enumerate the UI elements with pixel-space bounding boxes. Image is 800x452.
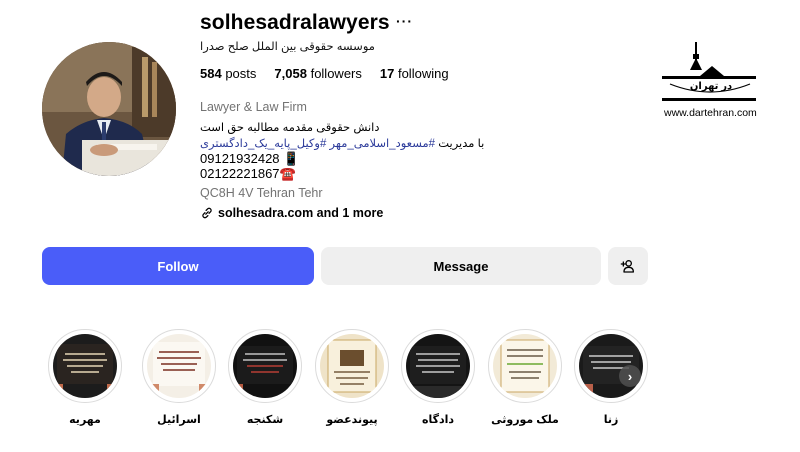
profile-links[interactable]: solhesadra.com and 1 more (200, 206, 383, 220)
mobile-phone-icon: 📱 (283, 151, 300, 166)
hashtag-link[interactable]: #مسعود_اسلامی_مهر (330, 138, 435, 150)
telephone-icon: ☎️ (279, 166, 296, 181)
suggested-accounts-button[interactable] (608, 247, 648, 285)
highlight-cover (53, 334, 117, 398)
profile-avatar[interactable] (42, 42, 176, 176)
story-highlight[interactable]: ملک موروثی (487, 329, 563, 426)
highlight-cover (320, 334, 384, 398)
highlight-label: پیوندعضو (326, 414, 378, 426)
bio-phone-office: 02122221867☎️ (200, 166, 296, 181)
hashtag-link[interactable]: #وکیل_پایه_یک_دادگستری (200, 138, 326, 150)
profile-username: solhesadralawyers (200, 11, 390, 34)
profile-category: Lawyer & Law Firm (200, 100, 307, 114)
link-icon (202, 207, 212, 219)
bio-prefix: با مدیریت (438, 138, 485, 150)
add-person-icon (620, 260, 634, 273)
highlight-label: شکنجه (246, 414, 284, 426)
posts-stat: 584 posts (200, 66, 257, 81)
watermark-url: www.dartehran.com (664, 107, 757, 119)
profile-stats: 584 posts 7,058 followers 17 following (200, 66, 449, 81)
links-text: solhesadra.com and 1 more (218, 206, 384, 220)
profile-full-name: موسسه حقوقی بین الملل صلح صدرا (200, 41, 375, 53)
story-highlight[interactable]: اسرائیل (141, 329, 217, 426)
highlight-label: دادگاه (421, 414, 455, 426)
story-highlight[interactable]: شکنجه (227, 329, 303, 426)
chevron-right-icon: › (627, 368, 633, 384)
avatar-photo (42, 42, 176, 176)
logo-text: در تهران (689, 81, 733, 92)
story-highlight[interactable]: پیوندعضو (314, 329, 390, 426)
highlight-label: اسرائیل (157, 414, 201, 426)
follow-button[interactable]: Follow (42, 247, 314, 285)
highlight-label: ملک موروثی (491, 414, 559, 426)
story-highlight[interactable]: دادگاه (400, 329, 476, 426)
following-stat[interactable]: 17 following (380, 66, 449, 81)
highlight-cover (493, 334, 557, 398)
profile-address[interactable]: QC8H 4V Tehran Tehr (200, 186, 323, 200)
more-options-icon[interactable]: ··· (396, 13, 413, 29)
highlight-cover (406, 334, 470, 398)
bio-phone-mobile: 09121932428 📱 (200, 151, 300, 166)
highlight-cover (147, 334, 211, 398)
followers-stat[interactable]: 7,058 followers (274, 66, 361, 81)
message-button[interactable]: Message (321, 247, 601, 285)
highlight-label: زنا (603, 414, 619, 426)
highlights-next-button[interactable]: › (619, 365, 641, 387)
bio-line-2: با مدیریت #مسعود_اسلامی_مهر #وکیل_پایه_ی… (200, 136, 484, 150)
highlight-label: مهریه (69, 414, 101, 426)
bio-line-1: دانش حقوقی مقدمه مطالبه حق است (200, 122, 380, 134)
story-highlight[interactable]: مهریه (47, 329, 123, 426)
highlight-cover (233, 334, 297, 398)
